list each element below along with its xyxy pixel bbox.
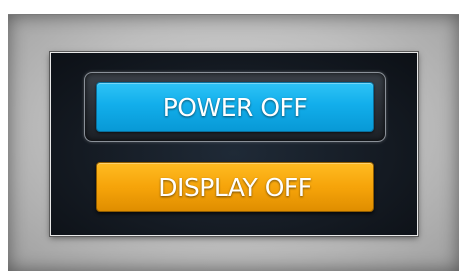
display-off-button[interactable]: DISPLAY OFF — [96, 162, 374, 212]
power-off-button[interactable]: POWER OFF — [96, 82, 374, 132]
